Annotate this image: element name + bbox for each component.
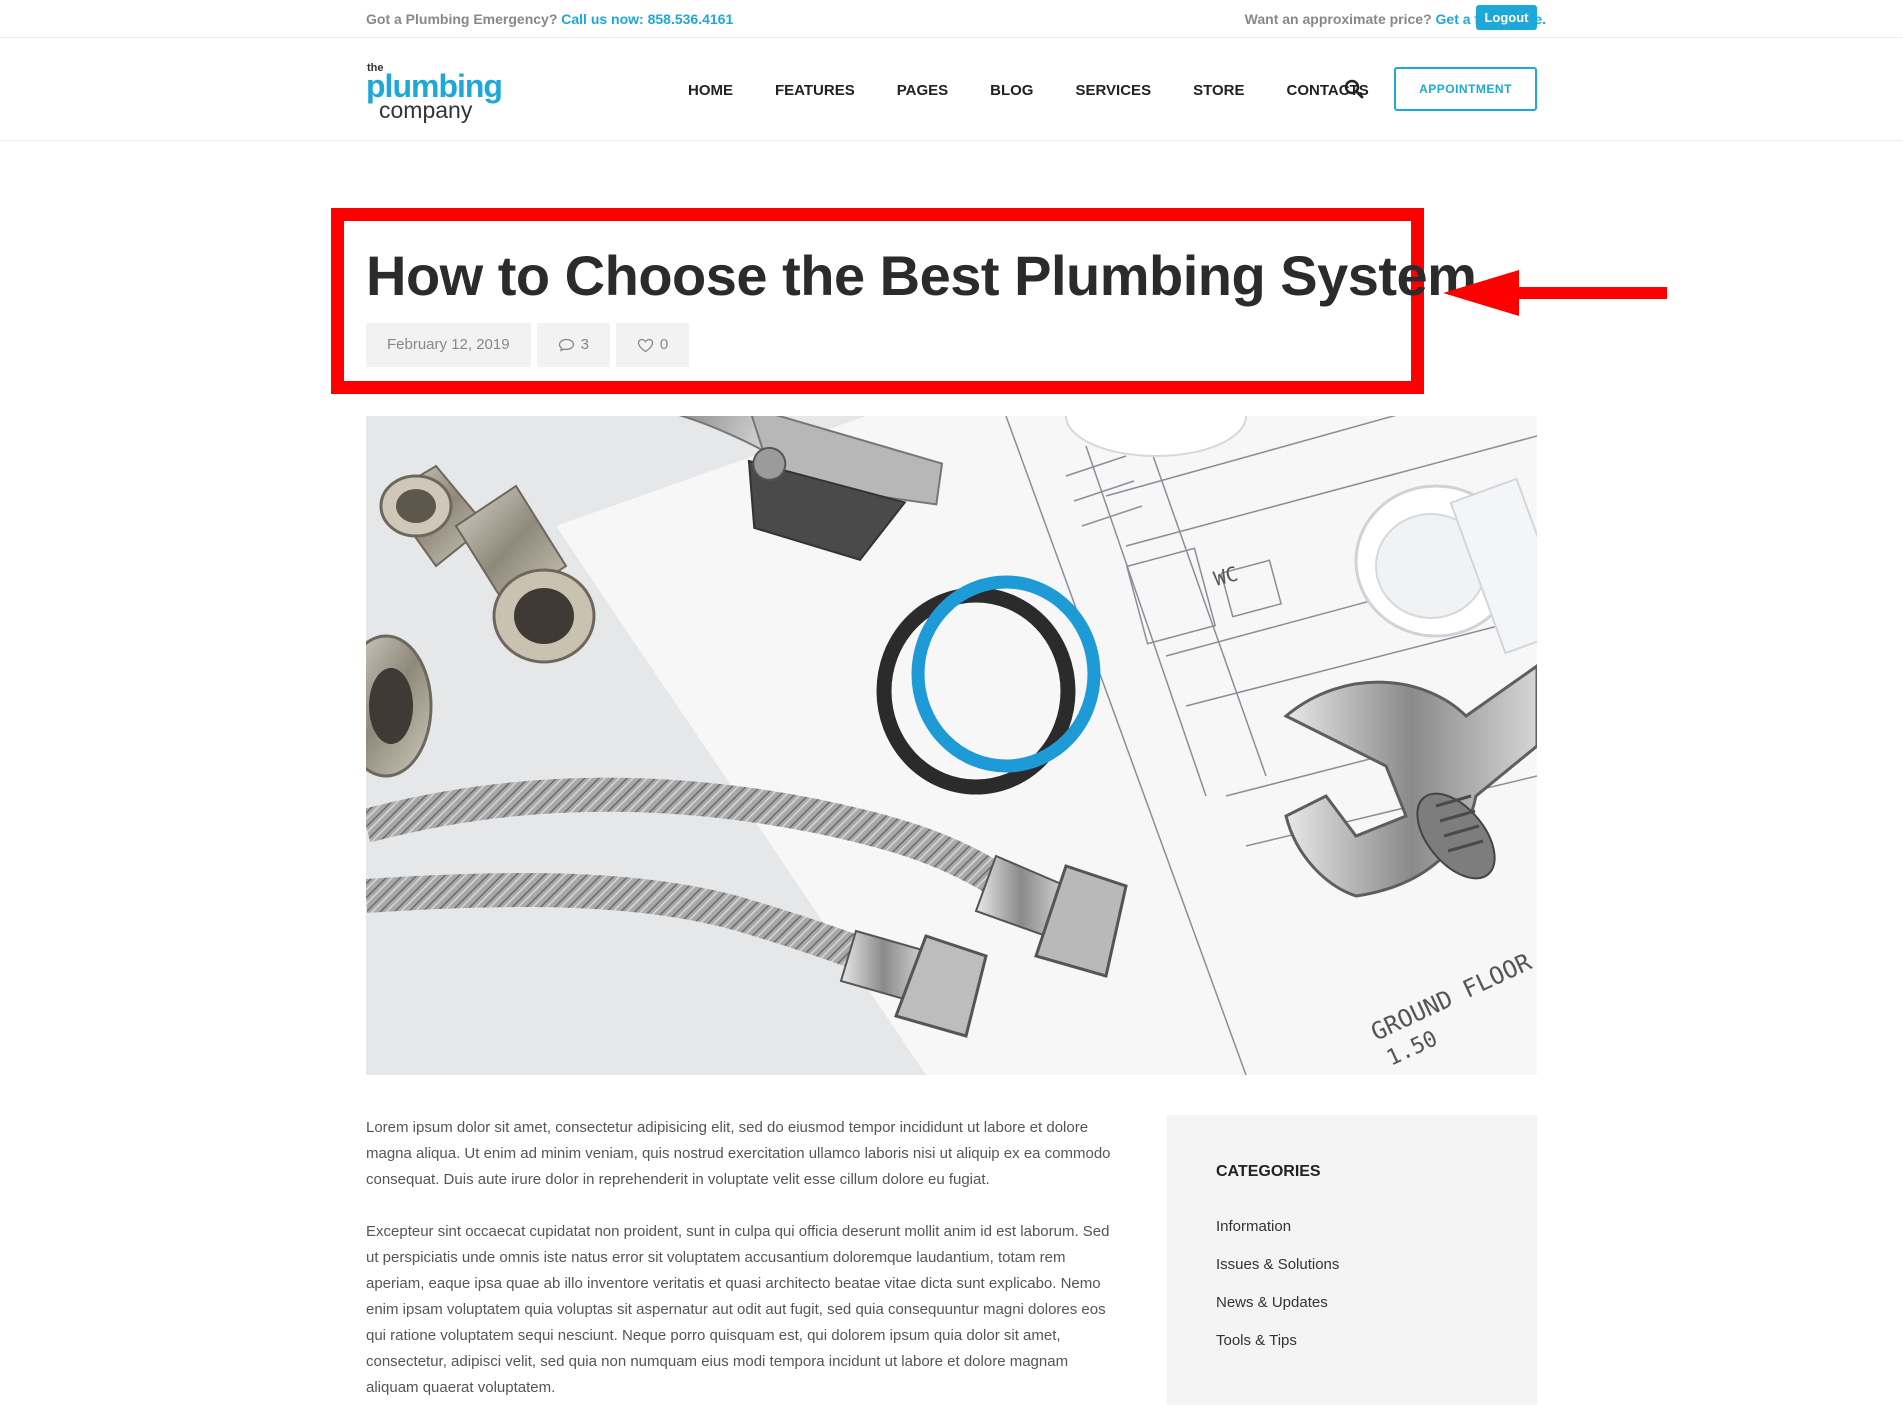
category-news-updates[interactable]: News & Updates (1216, 1293, 1339, 1331)
nav-item-features[interactable]: FEATURES (775, 82, 855, 99)
annotation-arrow (1443, 270, 1667, 316)
main-nav: HOME FEATURES PAGES BLOG SERVICES STORE … (688, 82, 1411, 99)
top-bar: Got a Plumbing Emergency? Call us now: 8… (0, 0, 1903, 38)
post-meta: February 12, 2019 3 0 (366, 323, 690, 367)
post-paragraph: Lorem ipsum dolor sit amet, consectetur … (366, 1119, 1111, 1188)
call-link[interactable]: Call us now: 858.536.4161 (561, 11, 733, 27)
site-logo[interactable]: the plumbing company (366, 62, 503, 123)
comment-icon (558, 338, 574, 352)
hero-image: WC lobby GROUND FLOOR 1.50 (366, 416, 1537, 1075)
sidebar-categories: CATEGORIES Information Issues & Solution… (1167, 1115, 1537, 1405)
nav-item-blog[interactable]: BLOG (990, 82, 1033, 99)
post-content: Lorem ipsum dolor sit amet, consectetur … (366, 1115, 1116, 1419)
category-tools-tips[interactable]: Tools & Tips (1216, 1331, 1339, 1369)
post-date[interactable]: February 12, 2019 (366, 323, 531, 367)
likes-count[interactable]: 0 (615, 323, 690, 367)
category-issues-solutions[interactable]: Issues & Solutions (1216, 1255, 1339, 1293)
likes-count-text: 0 (659, 336, 669, 353)
nav-item-pages[interactable]: PAGES (897, 82, 948, 99)
sidebar-title: CATEGORIES (1216, 1163, 1321, 1180)
comments-count[interactable]: 3 (536, 323, 610, 367)
nav-item-services[interactable]: SERVICES (1075, 82, 1151, 99)
category-information[interactable]: Information (1216, 1217, 1339, 1255)
emergency-contact: Got a Plumbing Emergency? Call us now: 8… (366, 11, 733, 27)
site-header: the plumbing company HOME FEATURES PAGES… (0, 38, 1903, 141)
comments-count-text: 3 (580, 336, 589, 353)
logout-button[interactable]: Logout (1476, 5, 1537, 30)
category-list: Information Issues & Solutions News & Up… (1216, 1217, 1339, 1369)
post-title: How to Choose the Best Plumbing System (366, 244, 1477, 307)
nav-item-home[interactable]: HOME (688, 82, 733, 99)
nav-item-store[interactable]: STORE (1193, 82, 1244, 99)
post-paragraph: Excepteur sint occaecat cupidatat non pr… (366, 1223, 1110, 1396)
search-icon[interactable] (1343, 78, 1365, 100)
appointment-button[interactable]: APPOINTMENT (1394, 67, 1537, 111)
logo-company: company (379, 97, 473, 123)
price-text: Want an approximate price? (1244, 11, 1432, 27)
post-date-text: February 12, 2019 (387, 336, 510, 353)
plumbing-tools-illustration: WC lobby GROUND FLOOR 1.50 (366, 416, 1537, 1075)
emergency-text: Got a Plumbing Emergency? (366, 11, 558, 27)
heart-icon (637, 338, 654, 352)
